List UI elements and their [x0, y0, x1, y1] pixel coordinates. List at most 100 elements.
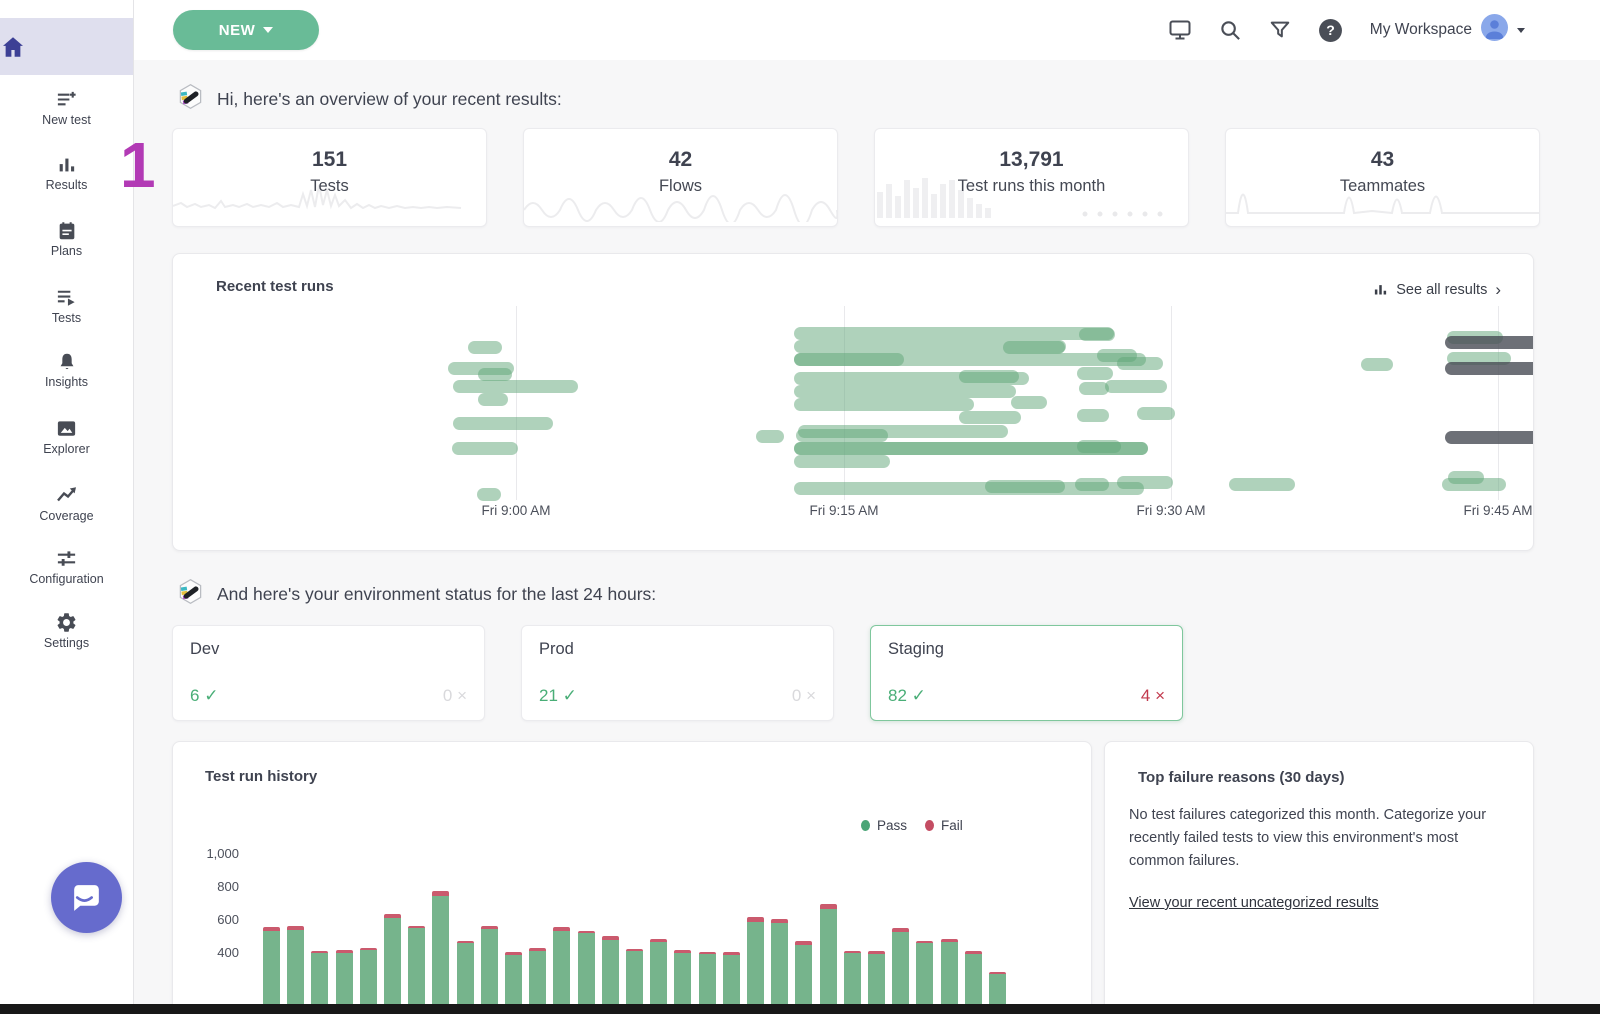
sidebar-item-explorer[interactable]: Explorer: [0, 417, 133, 456]
configuration-icon: [55, 550, 78, 567]
test-run-bar[interactable]: [1117, 476, 1173, 489]
x-icon: ×: [457, 686, 467, 705]
app-logo-icon: [177, 578, 204, 610]
test-run-bar[interactable]: [1445, 336, 1534, 349]
test-run-history-panel: Test run history Pass Fail 1,00080060040…: [172, 741, 1092, 1018]
sidebar-item-label: Insights: [0, 375, 133, 389]
test-run-bar[interactable]: [477, 488, 501, 501]
y-axis-tick: 400: [193, 945, 239, 960]
test-run-bar[interactable]: [1445, 431, 1534, 444]
see-all-results-label: See all results: [1396, 282, 1487, 298]
topbar: NEW ? My Workspace: [133, 0, 1600, 60]
sidebar-item-results[interactable]: Results: [0, 154, 133, 192]
stat-card-teammates[interactable]: 43Teammates: [1225, 128, 1540, 227]
test-run-bar[interactable]: [756, 430, 784, 443]
x-icon: ×: [806, 686, 816, 705]
stat-card-tests[interactable]: 151Tests: [172, 128, 487, 227]
sidebar-item-label: Configuration: [0, 572, 133, 586]
workspace-menu[interactable]: My Workspace: [1370, 14, 1525, 46]
test-run-bar[interactable]: [794, 353, 904, 366]
test-run-bar[interactable]: [1079, 328, 1115, 341]
test-run-bar[interactable]: [453, 380, 578, 393]
annotation-marker-1: 1: [120, 133, 156, 197]
stat-value: 151: [173, 148, 486, 172]
environment-card-staging[interactable]: Staging82 ✓4 ×: [870, 625, 1183, 721]
test-run-bar[interactable]: [1137, 407, 1175, 420]
sidebar-item-tests[interactable]: Tests: [0, 286, 133, 325]
filter-icon[interactable]: [1269, 19, 1291, 41]
test-run-bar[interactable]: [452, 442, 518, 455]
test-run-bar[interactable]: [468, 341, 502, 354]
screen-icon[interactable]: [1168, 18, 1192, 42]
test-run-bar[interactable]: [1105, 380, 1167, 393]
failures-title: Top failure reasons (30 days): [1138, 769, 1344, 786]
history-bar: [432, 891, 449, 1018]
stats-row: 151Tests 42 Flows 13,791Test runs this mont…: [172, 128, 1540, 227]
environment-name: Prod: [539, 640, 574, 659]
plans-icon: [56, 222, 78, 239]
chevron-down-icon: [1517, 28, 1525, 33]
test-run-bar[interactable]: [794, 327, 1114, 340]
test-run-bar[interactable]: [1077, 409, 1109, 422]
sidebar-item-coverage[interactable]: Coverage: [0, 483, 133, 523]
check-icon: ✓: [912, 686, 926, 705]
test-run-bar[interactable]: [1361, 358, 1393, 371]
workspace-label: My Workspace: [1370, 21, 1472, 39]
test-run-bar[interactable]: [453, 417, 553, 430]
sidebar-item-configuration[interactable]: Configuration: [0, 547, 133, 586]
test-run-bar[interactable]: [1117, 357, 1163, 370]
sidebar-item-settings[interactable]: Settings: [0, 611, 133, 650]
y-axis-tick: 600: [193, 912, 239, 927]
test-run-bar[interactable]: [985, 480, 1065, 493]
topbar-actions: ? My Workspace: [1168, 0, 1525, 60]
stat-label: Flows: [524, 177, 837, 196]
legend-fail-label: Fail: [941, 818, 963, 833]
history-bar: [747, 917, 764, 1018]
sidebar-item-new-test[interactable]: New test: [0, 88, 133, 127]
fail-count: 0 ×: [443, 686, 467, 706]
gantt-axis-label: Fri 9:45 AM: [1438, 503, 1534, 518]
see-all-results-link[interactable]: See all results ›: [1373, 281, 1501, 298]
sidebar-item-plans[interactable]: Plans: [0, 220, 133, 258]
chat-launcher-button[interactable]: [51, 862, 122, 933]
test-run-bar[interactable]: [1077, 367, 1113, 380]
failures-body-text: No test failures categorized this month.…: [1129, 804, 1515, 873]
sidebar-item-home[interactable]: [0, 18, 133, 75]
top-failure-reasons-panel: Top failure reasons (30 days) No test fa…: [1104, 741, 1534, 1018]
environment-greeting-row: And here's your environment status for t…: [177, 578, 656, 610]
app-logo-icon: [177, 83, 204, 115]
pass-count: 6 ✓: [190, 686, 218, 706]
svg-text:?: ?: [1326, 22, 1335, 38]
uncategorized-results-link[interactable]: View your recent uncategorized results: [1129, 895, 1379, 911]
test-run-bar[interactable]: [794, 455, 890, 468]
test-run-bar[interactable]: [1077, 440, 1121, 453]
stat-card-test-runs-this-month[interactable]: 13,791Test runs this month: [874, 128, 1189, 227]
stat-card-flows[interactable]: 42 Flows: [523, 128, 838, 227]
test-run-bar[interactable]: [794, 385, 1016, 398]
test-run-bar[interactable]: [478, 393, 508, 406]
environment-card-dev[interactable]: Dev6 ✓0 ×: [172, 625, 485, 721]
bar-chart-icon: [1373, 282, 1388, 297]
gantt-gridline: [1171, 306, 1172, 500]
explorer-icon: [55, 420, 78, 437]
sidebar-item-insights[interactable]: Insights: [0, 351, 133, 389]
test-run-bar[interactable]: [1445, 362, 1534, 375]
sidebar-item-label: New test: [0, 113, 133, 127]
test-run-bar[interactable]: [1442, 478, 1506, 491]
test-run-bar[interactable]: [794, 398, 974, 411]
test-run-bar[interactable]: [959, 411, 1021, 424]
environment-card-prod[interactable]: Prod21 ✓0 ×: [521, 625, 834, 721]
gantt-axis-label: Fri 9:30 AM: [1111, 503, 1231, 518]
stat-value: 42: [524, 148, 837, 172]
new-button[interactable]: NEW: [173, 10, 319, 50]
test-run-bar[interactable]: [1011, 396, 1047, 409]
stat-value: 43: [1226, 148, 1539, 172]
test-run-bar[interactable]: [798, 425, 1008, 438]
test-run-bar[interactable]: [1229, 478, 1295, 491]
search-icon[interactable]: [1219, 19, 1242, 42]
help-icon[interactable]: ?: [1318, 18, 1343, 43]
test-run-bar[interactable]: [1075, 478, 1109, 491]
test-run-bar[interactable]: [959, 370, 1019, 383]
overview-greeting-row: Hi, here's an overview of your recent re…: [177, 83, 562, 115]
sidebar: New test Results Plans Tests Insights Explore…: [0, 0, 134, 1018]
